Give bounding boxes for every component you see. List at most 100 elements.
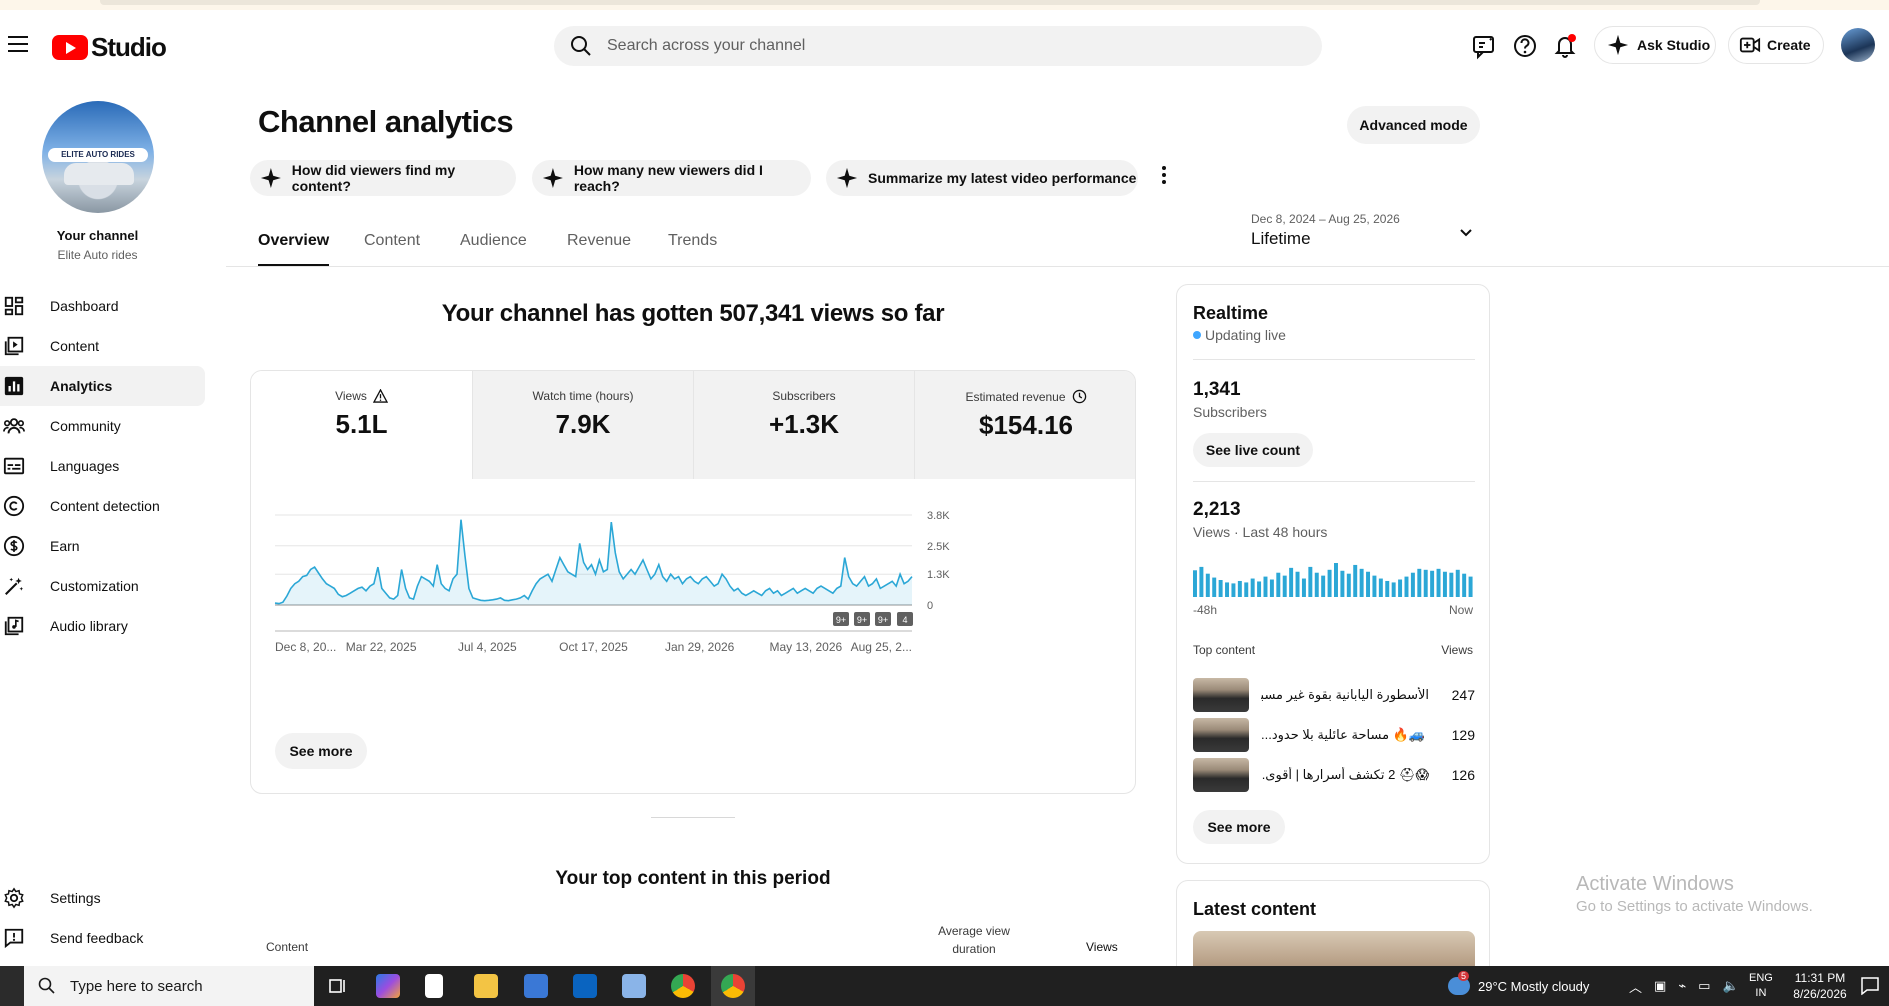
notepad-icon[interactable] (425, 974, 443, 998)
metric-label: Views (335, 389, 367, 403)
column-header-content[interactable]: Content (266, 940, 308, 954)
weather-widget[interactable]: 5 29°C Mostly cloudy (1448, 966, 1589, 1006)
search-input[interactable]: Search across your channel (607, 37, 805, 55)
top-content-label: Top content (1193, 643, 1256, 657)
realtime-bar (1346, 573, 1351, 597)
activate-windows-watermark: Activate Windows Go to Settings to activ… (1576, 873, 1813, 915)
help-icon[interactable] (1511, 32, 1539, 60)
start-button[interactable] (0, 966, 24, 1006)
file-explorer-icon[interactable] (474, 974, 498, 998)
studio-logo[interactable]: Studio (52, 32, 167, 63)
realtime-bar (1205, 573, 1210, 597)
more-options-icon[interactable] (1159, 166, 1169, 188)
metric-subscribers[interactable]: Subscribers +1.3K (693, 371, 914, 479)
comments-icon[interactable] (1470, 32, 1498, 60)
metric-views[interactable]: Views 5.1L (251, 371, 472, 479)
sidebar-item-languages[interactable]: Languages (0, 446, 205, 486)
chevron-up-icon[interactable]: ︿ (1629, 977, 1642, 996)
chrome-icon[interactable] (671, 974, 695, 998)
create-button[interactable]: Create (1728, 26, 1824, 64)
audio-library-icon (4, 616, 24, 636)
sidebar-item-audio-library[interactable]: Audio library (0, 606, 205, 646)
realtime-subscribers-label: Subscribers (1193, 404, 1267, 420)
top-content-row[interactable]: 😱⛑ 2 تكشف أسرارها | أقوى... 126 (1193, 758, 1475, 792)
task-view-icon[interactable] (326, 974, 350, 998)
channel-avatar[interactable]: ELITE AUTO RIDES (42, 101, 154, 213)
tab-audience[interactable]: Audience (460, 232, 527, 250)
sidebar-item-content-detection[interactable]: Content detection (0, 486, 205, 526)
video-thumbnail (1193, 718, 1249, 752)
realtime-bar (1263, 576, 1268, 597)
chip-how-viewers-find[interactable]: How did viewers find my content? (250, 160, 516, 196)
metric-watch-time[interactable]: Watch time (hours) 7.9K (472, 371, 693, 479)
sparkle-icon (260, 168, 281, 188)
sidebar-item-earn[interactable]: Earn (0, 526, 205, 566)
column-header-avg-duration[interactable]: Average view duration (924, 922, 1024, 958)
date-range-picker[interactable]: Dec 8, 2024 – Aug 25, 2026 Lifetime (1251, 212, 1400, 249)
realtime-bar (1359, 568, 1364, 597)
metric-revenue[interactable]: Estimated revenue $154.16 (914, 371, 1135, 479)
weather-badge: 5 (1458, 971, 1470, 981)
sidebar-item-dashboard[interactable]: Dashboard (0, 286, 205, 326)
photos-icon[interactable] (622, 974, 646, 998)
realtime-bar (1430, 570, 1435, 597)
realtime-bar (1391, 582, 1396, 597)
realtime-bar (1321, 575, 1326, 597)
realtime-bar (1269, 579, 1274, 597)
meet-icon[interactable]: ▣ (1654, 978, 1666, 994)
ask-studio-button[interactable]: Ask Studio (1594, 26, 1716, 64)
account-avatar[interactable] (1841, 28, 1875, 62)
sidebar-item-analytics[interactable]: Analytics (0, 366, 205, 406)
chevron-down-icon[interactable] (1458, 225, 1474, 241)
realtime-bar-chart[interactable] (1193, 563, 1475, 597)
realtime-title: Realtime (1193, 303, 1269, 323)
customization-icon (5, 577, 24, 595)
tab-revenue[interactable]: Revenue (567, 232, 631, 250)
system-tray[interactable]: ︿ ▣ ⌁ ▭ 🔈 (1629, 966, 1739, 1006)
copilot-icon[interactable] (376, 974, 400, 998)
views-chart[interactable]: 3.8K 2.5K 1.3K 0 9+ 9+ 9+ 4 Dec 8, 20... Mar 22, … (251, 479, 1136, 729)
notification-center-icon[interactable] (1860, 976, 1880, 996)
outlook-icon[interactable] (573, 974, 597, 998)
youtube-logo-icon (52, 35, 88, 60)
sidebar-item-send-feedback[interactable]: Send feedback (0, 918, 205, 958)
sidebar-item-customization[interactable]: Customization (0, 566, 205, 606)
chip-new-viewers[interactable]: How many new viewers did I reach? (532, 160, 811, 196)
menu-icon[interactable] (8, 36, 28, 57)
network-icon[interactable]: ▭ (1698, 978, 1710, 994)
clock[interactable]: 11:31 PM 8/26/2026 (1788, 966, 1852, 1006)
language-indicator[interactable]: ENG IN (1749, 966, 1773, 1006)
volume-icon[interactable]: 🔈 (1722, 978, 1738, 994)
realtime-see-more-button[interactable]: See more (1193, 810, 1285, 844)
realtime-bar (1398, 579, 1403, 597)
column-header-line: duration (952, 942, 996, 956)
metric-tabs: Views 5.1L Watch time (hours) 7.9K Subsc… (251, 371, 1135, 479)
tab-content[interactable]: Content (364, 232, 420, 250)
sidebar-item-label: Languages (50, 458, 120, 474)
see-more-button[interactable]: See more (275, 733, 367, 769)
sidebar-item-content[interactable]: Content (0, 326, 205, 366)
realtime-card: Realtime Updating live 1,341 Subscribers… (1176, 284, 1490, 864)
tab-trends[interactable]: Trends (668, 232, 717, 250)
tab-overview[interactable]: Overview (258, 232, 330, 267)
store-icon[interactable] (524, 974, 548, 998)
latest-content-title: Latest content (1193, 899, 1317, 919)
avatar-brand-text: ELITE AUTO RIDES (48, 148, 148, 162)
taskbar-search[interactable]: Type here to search (24, 966, 314, 1006)
sidebar-item-settings[interactable]: Settings (0, 878, 205, 918)
column-header-views[interactable]: Views (1086, 940, 1118, 954)
wifi-off-icon[interactable]: ⌁ (1678, 978, 1686, 994)
create-label: Create (1767, 37, 1811, 53)
chrome-icon[interactable] (721, 974, 745, 998)
sidebar-item-community[interactable]: Community (0, 406, 205, 446)
realtime-bar (1250, 578, 1255, 597)
search-bar[interactable]: Search across your channel (554, 26, 1322, 66)
top-content-row[interactable]: الأسطورة اليابانية بقوة غير مسبوقة... 24… (1193, 678, 1475, 712)
chip-summarize-latest[interactable]: Summarize my latest video performance (826, 160, 1138, 196)
notifications-icon[interactable] (1551, 32, 1579, 60)
top-content-row[interactable]: 🚙🔥 مساحة عائلية بلا حدود... 129 (1193, 718, 1475, 752)
x-tick-label: Jul 4, 2025 (458, 640, 517, 654)
advanced-mode-button[interactable]: Advanced mode (1347, 106, 1480, 144)
date-range-text: Dec 8, 2024 – Aug 25, 2026 (1251, 212, 1400, 226)
see-live-count-button[interactable]: See live count (1193, 433, 1313, 467)
